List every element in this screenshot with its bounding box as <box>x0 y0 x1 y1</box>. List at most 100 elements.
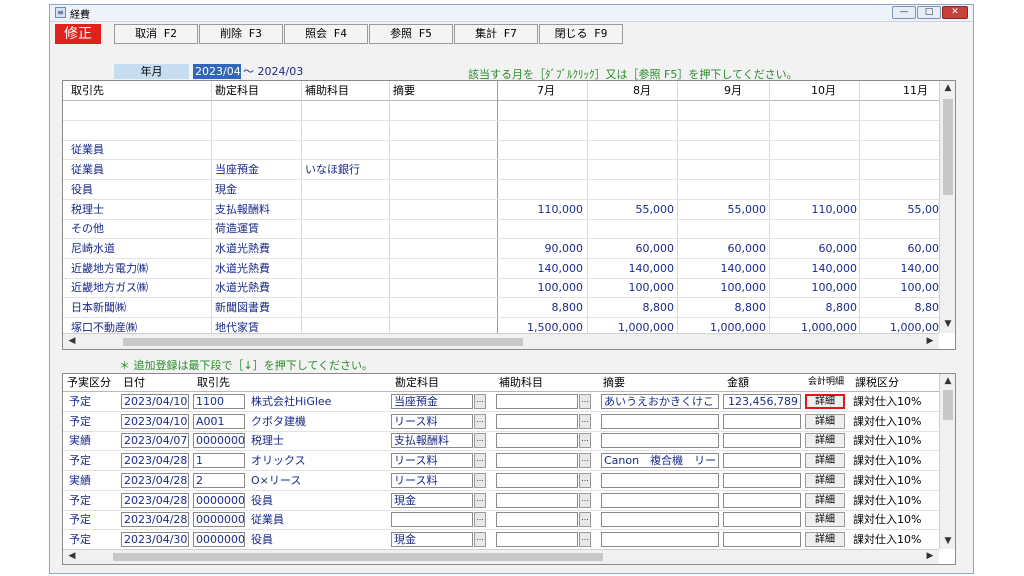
detail-vscroll-thumb[interactable] <box>943 390 953 420</box>
reference-f5-button[interactable]: 参照 F5 <box>369 24 453 44</box>
sub-account-lookup-button[interactable]: ... <box>579 413 591 429</box>
summary-row[interactable] <box>63 121 939 141</box>
sub-account-input[interactable] <box>496 531 578 547</box>
partner-code-input[interactable]: 00000002 <box>193 492 245 508</box>
partner-code-input[interactable]: 00000004 <box>193 433 245 449</box>
sub-account-lookup-button[interactable]: ... <box>579 394 591 409</box>
date-input[interactable]: 2023/04/28 <box>121 472 189 488</box>
detail-row[interactable]: 実績 2023/04/28 2 O×リース リース料...... 詳細 課対仕入10% <box>63 471 939 491</box>
minimize-button[interactable]: — <box>892 6 916 19</box>
detail-row[interactable]: 予定 2023/04/28 1 オリックス リース料...... Canon 複合機 リー… <box>63 451 939 472</box>
summary-vscroll-thumb[interactable] <box>943 99 953 195</box>
memo-input[interactable] <box>601 472 719 488</box>
accounting-detail-button[interactable]: 詳細 <box>805 492 845 508</box>
date-input[interactable]: 2023/04/28 <box>121 512 189 528</box>
summary-row[interactable]: 従業員 当座預金 いなほ銀行 <box>63 160 939 181</box>
delete-f3-button[interactable]: 削除 F3 <box>199 24 283 44</box>
sub-account-lookup-button[interactable]: ... <box>579 512 591 528</box>
scroll-right-icon[interactable]: ▶ <box>923 551 937 561</box>
close-button[interactable]: ✕ <box>942 6 968 19</box>
partner-code-input[interactable]: 00000001 <box>193 512 245 528</box>
memo-input[interactable] <box>601 433 719 449</box>
sub-account-input[interactable] <box>496 413 578 429</box>
partner-code-input[interactable]: 00000002 <box>193 531 245 547</box>
amount-input[interactable] <box>723 453 801 469</box>
partner-code-input[interactable]: 2 <box>193 472 245 488</box>
sub-account-lookup-button[interactable]: ... <box>579 453 591 469</box>
sub-account-input[interactable] <box>496 512 578 528</box>
scroll-left-icon[interactable]: ◀ <box>65 336 79 346</box>
detail-hscroll-thumb[interactable] <box>113 553 603 561</box>
scroll-left-icon[interactable]: ◀ <box>65 551 79 561</box>
detail-row[interactable]: 予定 2023/04/2800000002 役員 現金...... 詳細課対仕入10% <box>63 491 939 511</box>
detail-row[interactable]: 予定 2023/04/3000000002 役員 現金...... 詳細課対仕入10% <box>63 530 939 550</box>
amount-input[interactable] <box>723 472 801 488</box>
account-input[interactable]: 支払報酬料 <box>391 433 473 449</box>
summary-vertical-scrollbar[interactable]: ▲ ▼ <box>939 81 955 333</box>
partner-code-input[interactable]: 1 <box>193 453 245 469</box>
memo-input[interactable]: Canon 複合機 リー <box>601 453 719 469</box>
account-input[interactable]: 当座預金 <box>391 394 473 409</box>
account-lookup-button[interactable]: ... <box>474 531 486 547</box>
summary-horizontal-scrollbar[interactable]: ◀ ▶ <box>63 333 939 349</box>
account-lookup-button[interactable]: ... <box>474 394 486 409</box>
summary-hscroll-thumb[interactable] <box>123 338 523 346</box>
scroll-up-icon[interactable]: ▲ <box>941 376 955 386</box>
summary-row[interactable]: その他 荷造運賃 <box>63 219 939 240</box>
account-input[interactable]: 現金 <box>391 531 473 547</box>
partner-code-input[interactable]: A001 <box>193 413 245 429</box>
sub-account-input[interactable] <box>496 453 578 469</box>
accounting-detail-button[interactable]: 詳細 <box>805 394 845 409</box>
sub-account-input[interactable] <box>496 433 578 449</box>
summary-row[interactable]: 従業員 <box>63 140 939 161</box>
accounting-detail-button[interactable]: 詳細 <box>805 512 845 528</box>
date-input[interactable]: 2023/04/28 <box>121 492 189 508</box>
account-input[interactable]: リース料 <box>391 453 473 469</box>
amount-input[interactable] <box>723 492 801 508</box>
account-lookup-button[interactable]: ... <box>474 512 486 528</box>
close-f9-button[interactable]: 閉じる F9 <box>539 24 623 44</box>
detail-row[interactable]: 予定 2023/04/10 A001 クボタ建機 リース料...... 詳細 課対仕入10% <box>63 412 939 432</box>
date-input[interactable]: 2023/04/07 <box>121 433 189 449</box>
memo-input[interactable] <box>601 531 719 547</box>
accounting-detail-button[interactable]: 詳細 <box>805 531 845 547</box>
scroll-right-icon[interactable]: ▶ <box>923 336 937 346</box>
summary-row[interactable]: 尼崎水道 水道光熱費 90,000 60,000 60,000 60,000 60,00 <box>63 239 939 259</box>
detail-vertical-scrollbar[interactable]: ▲ ▼ <box>939 374 955 549</box>
summary-row[interactable]: 近畿地方電力㈱ 水道光熱費 140,000 140,000 140,000 140,000… <box>63 259 939 279</box>
detail-row[interactable]: 予定 2023/04/10 1100 株式会社HiGlee 当座預金...... あいうえ… <box>63 392 939 412</box>
summary-row[interactable]: 近畿地方ガス㈱ 水道光熱費 100,000 100,000 100,000 100,000… <box>63 278 939 299</box>
detail-horizontal-scrollbar[interactable]: ◀ ▶ <box>63 549 939 564</box>
memo-input[interactable] <box>601 413 719 429</box>
amount-input[interactable]: 123,456,789 <box>723 394 801 409</box>
amount-input[interactable] <box>723 531 801 547</box>
account-lookup-button[interactable]: ... <box>474 492 486 508</box>
memo-input[interactable] <box>601 492 719 508</box>
amount-input[interactable] <box>723 512 801 528</box>
partner-code-input[interactable]: 1100 <box>193 394 245 409</box>
scroll-down-icon[interactable]: ▼ <box>941 536 955 546</box>
sub-account-lookup-button[interactable]: ... <box>579 531 591 547</box>
account-lookup-button[interactable]: ... <box>474 472 486 488</box>
summary-row[interactable]: 役員 現金 <box>63 180 939 200</box>
date-input[interactable]: 2023/04/28 <box>121 453 189 469</box>
detail-row[interactable]: 予定 2023/04/2800000001 従業員...... 詳細課対仕入10% <box>63 510 939 531</box>
account-input[interactable]: リース料 <box>391 413 473 429</box>
scroll-up-icon[interactable]: ▲ <box>941 83 955 93</box>
total-f7-button[interactable]: 集計 F7 <box>454 24 538 44</box>
amount-input[interactable] <box>723 433 801 449</box>
amount-input[interactable] <box>723 413 801 429</box>
summary-row[interactable]: 税理士 支払報酬料 110,000 55,000 55,000 110,000 55,00 <box>63 200 939 220</box>
account-input[interactable]: リース料 <box>391 472 473 488</box>
date-input[interactable]: 2023/04/10 <box>121 394 189 409</box>
cancel-f2-button[interactable]: 取消 F2 <box>114 24 198 44</box>
account-lookup-button[interactable]: ... <box>474 433 486 449</box>
date-input[interactable]: 2023/04/30 <box>121 531 189 547</box>
memo-input[interactable] <box>601 512 719 528</box>
sub-account-lookup-button[interactable]: ... <box>579 492 591 508</box>
accounting-detail-button[interactable]: 詳細 <box>805 433 845 449</box>
date-input[interactable]: 2023/04/10 <box>121 413 189 429</box>
inquiry-f4-button[interactable]: 照会 F4 <box>284 24 368 44</box>
sub-account-input[interactable] <box>496 394 578 409</box>
accounting-detail-button[interactable]: 詳細 <box>805 472 845 488</box>
